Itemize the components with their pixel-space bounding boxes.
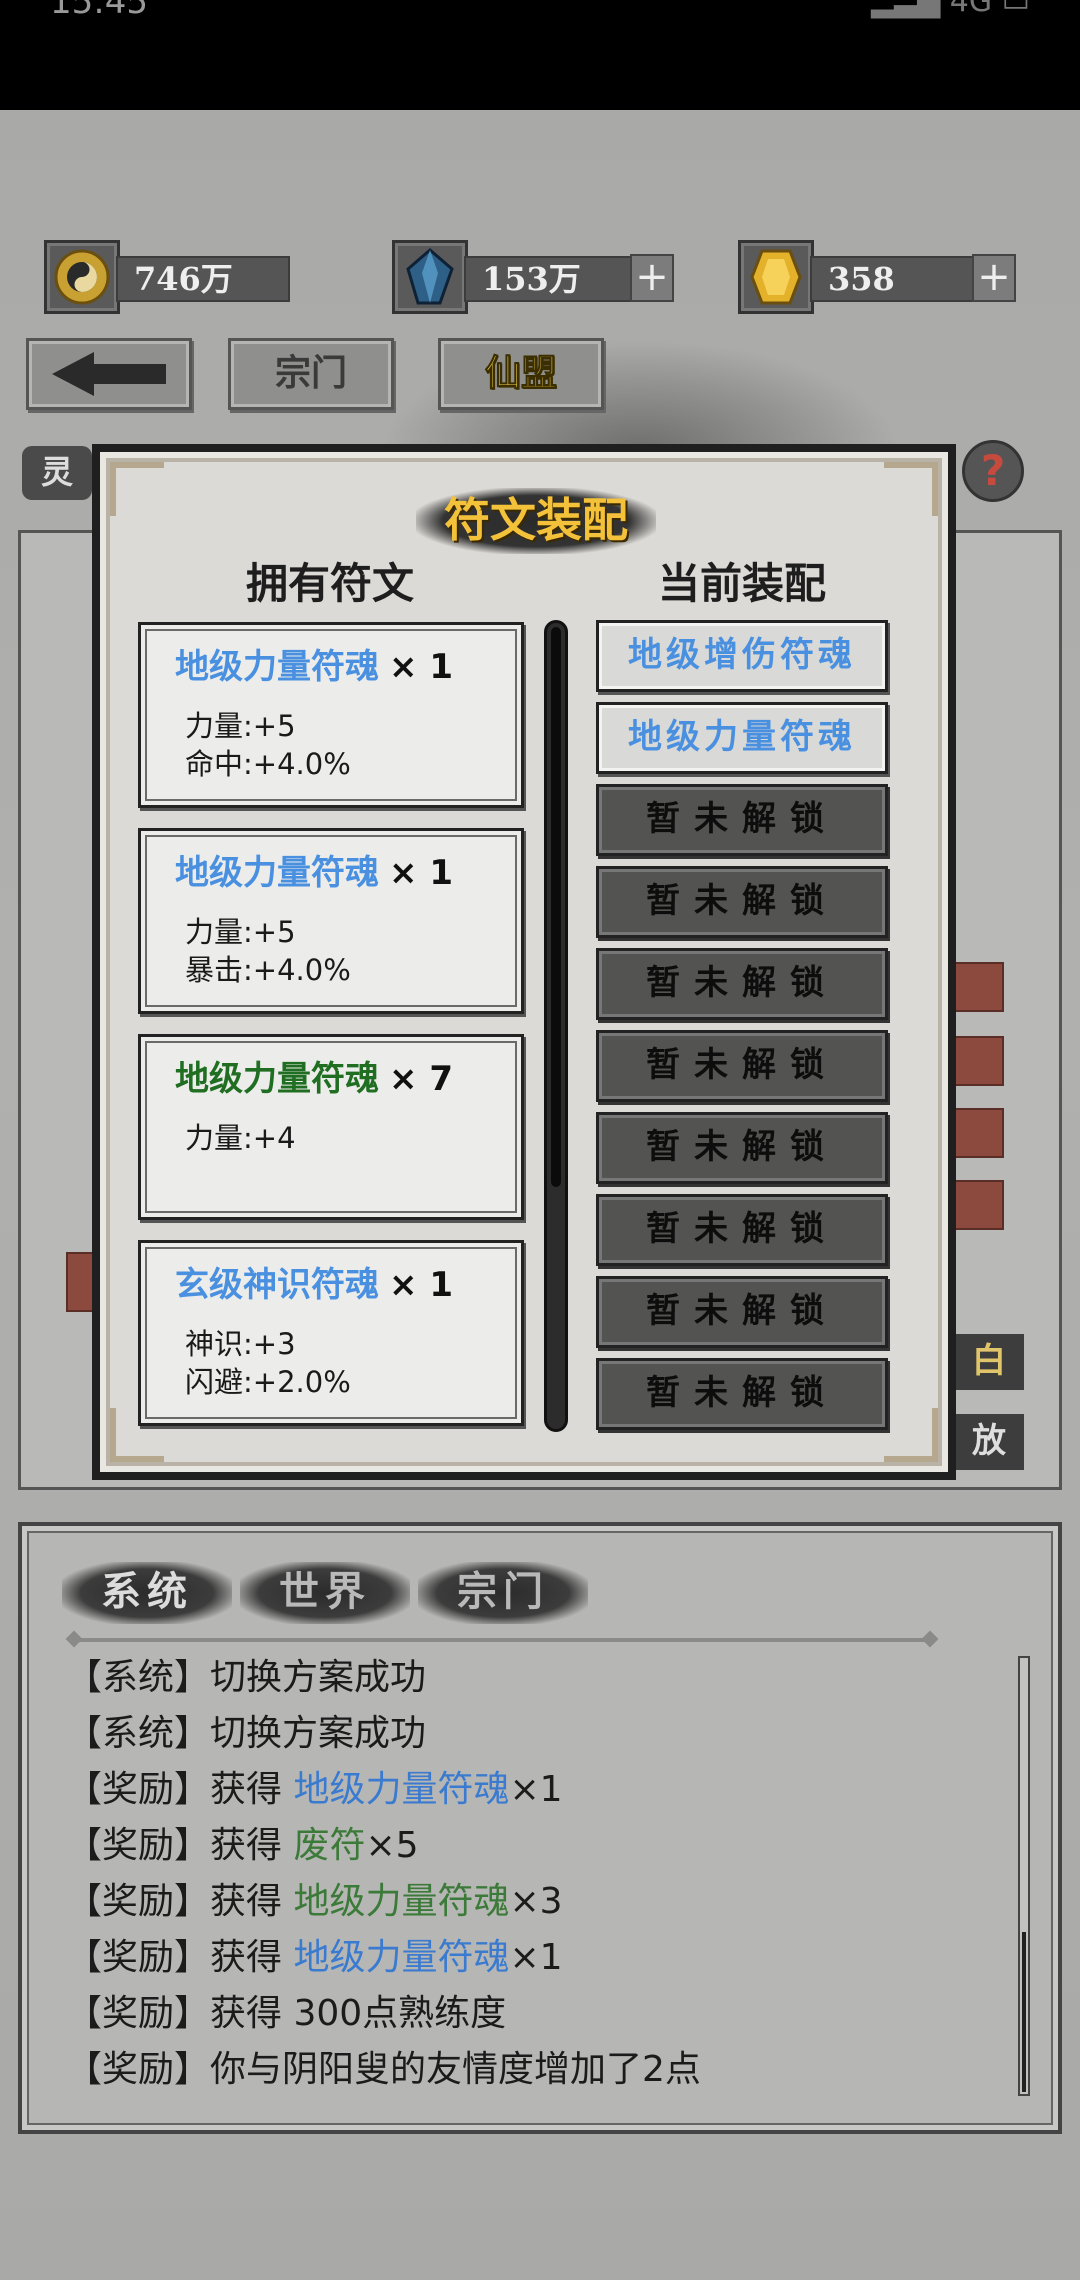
help-button[interactable]: ? xyxy=(962,440,1024,502)
chat-panel: 系统 世界 宗门 【系统】切换方案成功 【系统】切换方案成功 【奖励】获得 地级… xyxy=(18,1522,1062,2134)
rune-card[interactable]: 地级力量符魂 × 1 力量:+5 命中:+4.0% xyxy=(138,622,524,808)
rune-stat: 神识:+3 xyxy=(185,1327,296,1361)
rune-stat: 暴击:+4.0% xyxy=(185,953,351,987)
chat-message: 【奖励】获得 地级力量符魂×3 xyxy=(66,1881,563,1922)
rune-card[interactable]: 地级力量符魂 × 7 力量:+4 xyxy=(138,1034,524,1220)
equip-slot-4[interactable]: 暂未解锁 xyxy=(596,866,888,938)
corner-ornament xyxy=(110,462,164,516)
tab-sect[interactable]: 宗门 xyxy=(418,1562,588,1624)
chat-message: 【奖励】获得 地级力量符魂×1 xyxy=(66,1769,563,1810)
rune-stat: 力量:+4 xyxy=(185,1121,296,1155)
add-gold-button[interactable]: + xyxy=(972,254,1016,302)
blue-crystal-icon xyxy=(392,240,468,314)
rune-equip-dialog: 符文装配 拥有符文 当前装配 地级力量符魂 × 1 力量:+5 命中:+4.0% … xyxy=(92,444,956,1480)
network-type: 4G xyxy=(949,0,993,19)
rune-name: 地级力量符魂 × 1 xyxy=(175,647,453,687)
equip-slot-1[interactable]: 地级增伤符魂 xyxy=(596,620,888,692)
back-button[interactable] xyxy=(26,338,192,410)
currency-value: 746万 xyxy=(116,256,290,302)
currency-spirit-stones: 746万 xyxy=(44,240,290,314)
equip-slot-5[interactable]: 暂未解锁 xyxy=(596,948,888,1020)
background-tag: 放 xyxy=(954,1414,1024,1470)
rune-card[interactable]: 玄级神识符魂 × 1 神识:+3 闪避:+2.0% xyxy=(138,1240,524,1426)
equip-slot-6[interactable]: 暂未解锁 xyxy=(596,1030,888,1102)
dialog-title: 符文装配 xyxy=(416,488,656,554)
scrollbar-thumb[interactable] xyxy=(1022,1932,1026,2092)
arrow-left-icon xyxy=(52,352,166,396)
chat-message: 【奖励】获得 地级力量符魂×1 xyxy=(66,1937,563,1978)
scrollbar-thumb[interactable] xyxy=(551,627,561,1187)
equip-slot-2[interactable]: 地级力量符魂 xyxy=(596,702,888,774)
add-crystals-button[interactable]: + xyxy=(630,254,674,302)
status-bar: 15:45 ▂▃▅ 4G ▭ xyxy=(0,0,1080,110)
currency-gold: 358 + xyxy=(738,240,1020,314)
currency-value: 358 xyxy=(810,256,980,302)
owned-runes-title: 拥有符文 xyxy=(245,559,414,608)
sect-button[interactable]: 宗门 xyxy=(228,338,394,410)
chat-message: 【系统】切换方案成功 xyxy=(66,1657,427,1698)
chat-message: 【奖励】你与阴阳叟的友情度增加了2点 xyxy=(66,2049,701,2090)
signal-icon: ▂▃▅ xyxy=(870,0,941,19)
rune-name: 地级力量符魂 × 7 xyxy=(175,1059,453,1099)
status-time: 15:45 xyxy=(50,0,148,22)
battery-icon: ▭ xyxy=(1001,0,1030,19)
equip-slot-9[interactable]: 暂未解锁 xyxy=(596,1276,888,1348)
background-tab-label: 灵 xyxy=(22,446,92,500)
equipped-runes-title: 当前装配 xyxy=(657,559,826,608)
yin-yang-coin-icon xyxy=(44,240,120,314)
rune-list-scrollbar[interactable] xyxy=(544,620,568,1432)
corner-ornament xyxy=(884,1408,938,1462)
chat-log: 【系统】切换方案成功 【系统】切换方案成功 【奖励】获得 地级力量符魂×1 【奖… xyxy=(66,1650,1026,2098)
chat-scrollbar[interactable] xyxy=(1018,1656,1030,2096)
rune-stat: 力量:+5 xyxy=(185,709,296,743)
chat-divider xyxy=(72,1638,932,1642)
rune-card[interactable]: 地级力量符魂 × 1 力量:+5 暴击:+4.0% xyxy=(138,828,524,1014)
equip-slot-8[interactable]: 暂未解锁 xyxy=(596,1194,888,1266)
rune-name: 玄级神识符魂 × 1 xyxy=(175,1265,453,1305)
rune-name: 地级力量符魂 × 1 xyxy=(175,853,453,893)
chat-message: 【系统】切换方案成功 xyxy=(66,1713,427,1754)
rune-stat: 命中:+4.0% xyxy=(185,747,351,781)
equip-slot-10[interactable]: 暂未解锁 xyxy=(596,1358,888,1430)
gold-gem-icon xyxy=(738,240,814,314)
equip-slot-7[interactable]: 暂未解锁 xyxy=(596,1112,888,1184)
background-tag: 白 xyxy=(954,1334,1024,1390)
alliance-button[interactable]: 仙盟 xyxy=(438,338,604,410)
chat-message: 【奖励】获得 废符×5 xyxy=(66,1825,419,1866)
status-signal: ▂▃▅ 4G ▭ xyxy=(871,0,1030,19)
equip-slot-3[interactable]: 暂未解锁 xyxy=(596,784,888,856)
rune-stat: 闪避:+2.0% xyxy=(185,1365,351,1399)
currency-crystals: 153万 + xyxy=(392,240,674,314)
rune-stat: 力量:+5 xyxy=(185,915,296,949)
corner-ornament xyxy=(884,462,938,516)
chat-message: 【奖励】获得 300点熟练度 xyxy=(66,1993,507,2034)
tab-system[interactable]: 系统 xyxy=(62,1562,232,1624)
tab-world[interactable]: 世界 xyxy=(240,1562,410,1624)
currency-value: 153万 xyxy=(464,256,634,302)
